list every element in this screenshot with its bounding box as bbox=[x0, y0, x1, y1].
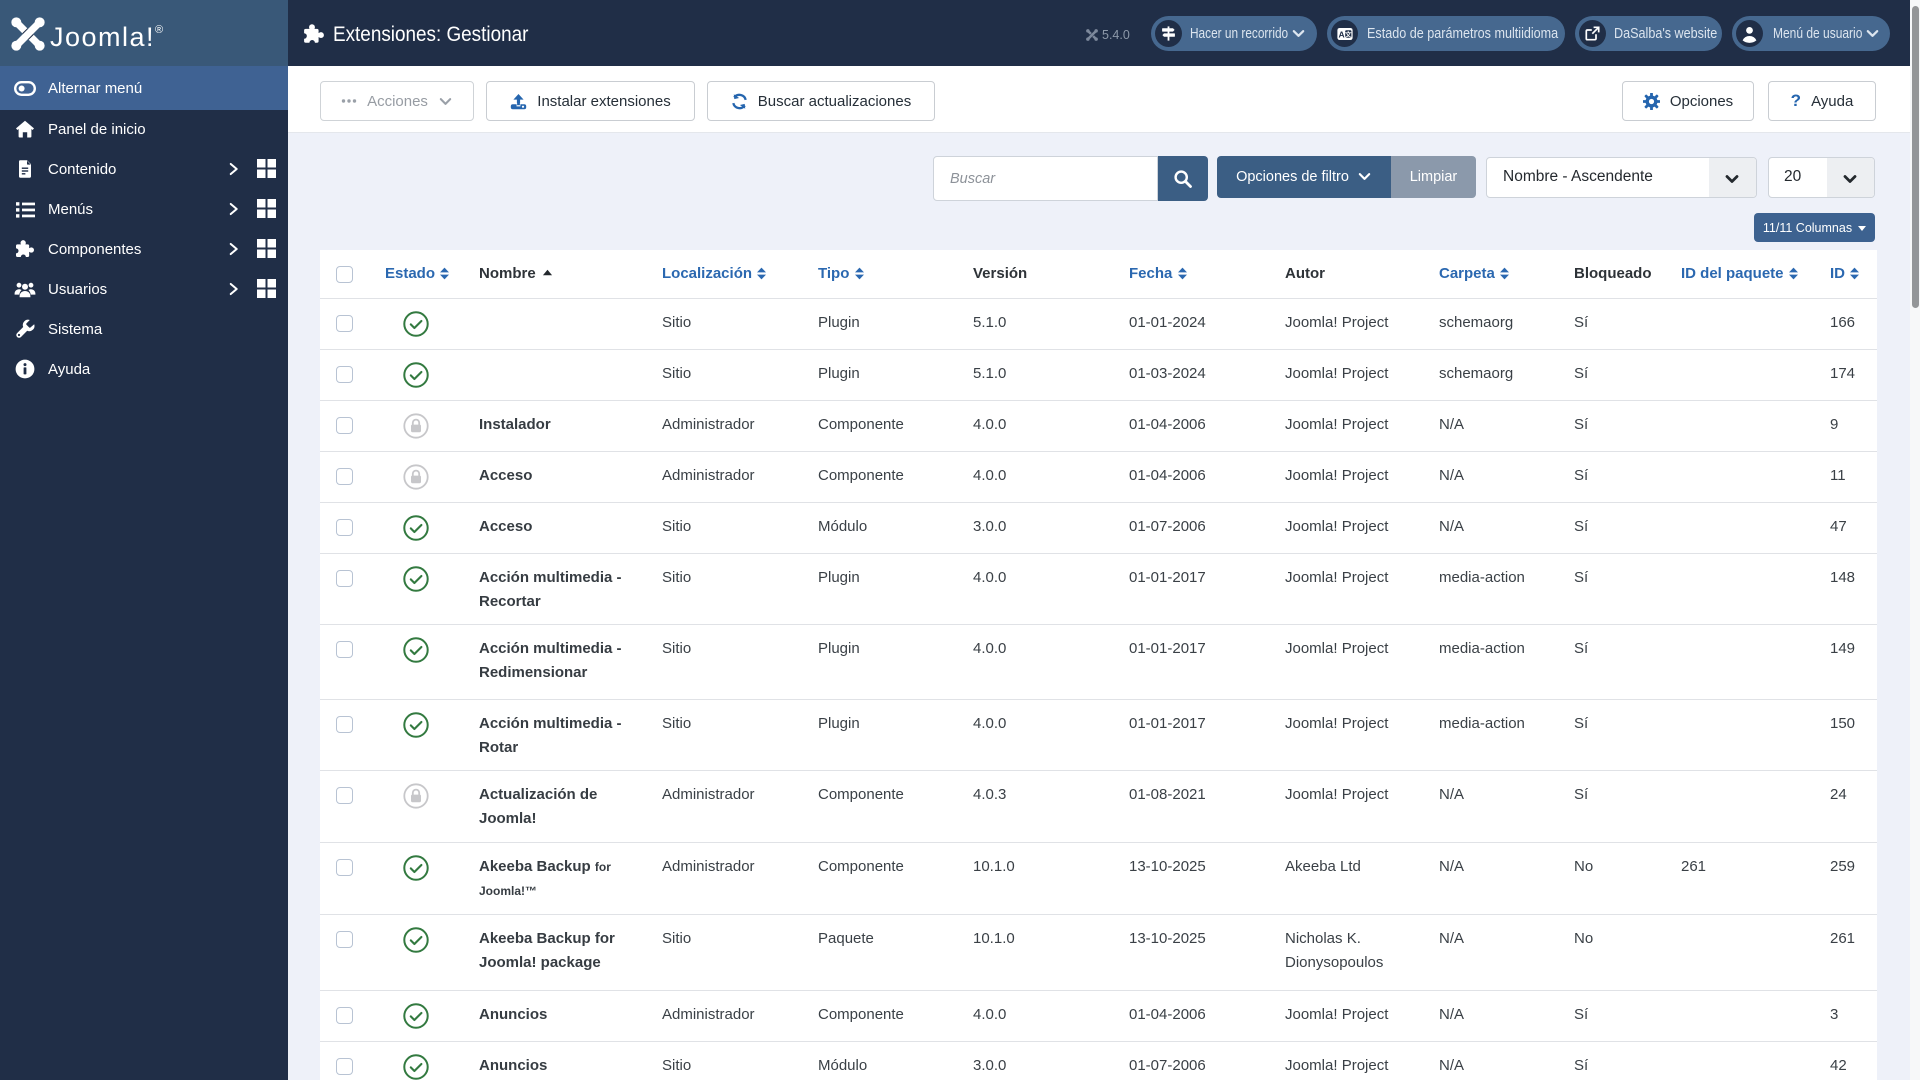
svg-text:文: 文 bbox=[1344, 29, 1352, 38]
svg-text:A: A bbox=[1338, 29, 1344, 39]
